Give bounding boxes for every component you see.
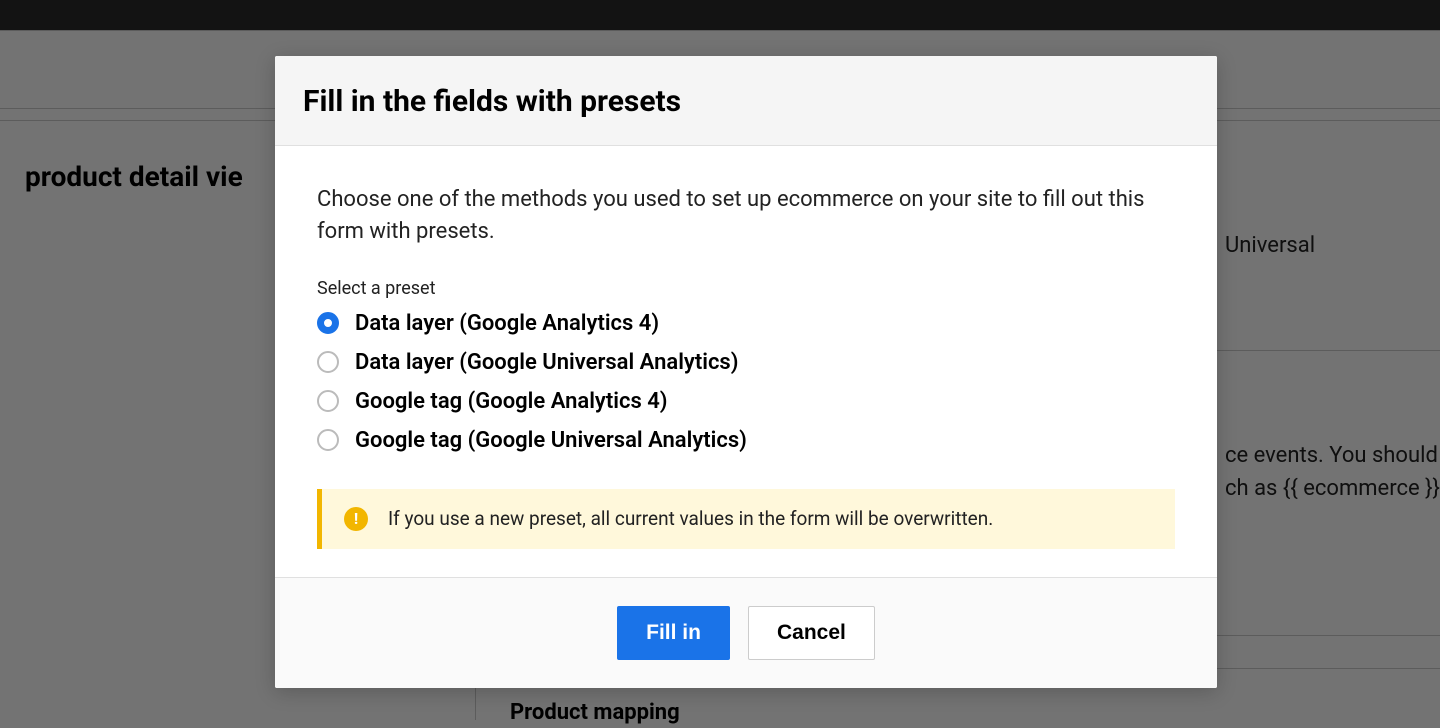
modal-overlay[interactable]: Fill in the fields with presets Choose o… <box>0 0 1440 728</box>
modal-body: Choose one of the methods you used to se… <box>275 146 1217 577</box>
radio-icon <box>317 351 339 373</box>
radio-icon <box>317 312 339 334</box>
warning-icon: ! <box>344 507 368 531</box>
preset-option-label: Data layer (Google Analytics 4) <box>355 311 659 336</box>
preset-option-ua-gtag[interactable]: Google tag (Google Universal Analytics) <box>317 428 1175 453</box>
preset-option-ga4-gtag[interactable]: Google tag (Google Analytics 4) <box>317 389 1175 414</box>
preset-option-label: Google tag (Google Universal Analytics) <box>355 428 747 453</box>
modal-title: Fill in the fields with presets <box>303 84 1175 119</box>
warning-banner: ! If you use a new preset, all current v… <box>317 489 1175 549</box>
fill-in-button[interactable]: Fill in <box>617 606 730 660</box>
modal-footer: Fill in Cancel <box>275 577 1217 688</box>
modal-description: Choose one of the methods you used to se… <box>317 184 1175 248</box>
preset-group-label: Select a preset <box>317 278 1175 299</box>
warning-text: If you use a new preset, all current val… <box>388 507 993 530</box>
modal-header: Fill in the fields with presets <box>275 56 1217 146</box>
preset-radio-group: Data layer (Google Analytics 4) Data lay… <box>317 311 1175 453</box>
preset-option-label: Google tag (Google Analytics 4) <box>355 389 668 414</box>
radio-icon <box>317 429 339 451</box>
radio-icon <box>317 390 339 412</box>
preset-option-ga4-datalayer[interactable]: Data layer (Google Analytics 4) <box>317 311 1175 336</box>
preset-option-ua-datalayer[interactable]: Data layer (Google Universal Analytics) <box>317 350 1175 375</box>
preset-option-label: Data layer (Google Universal Analytics) <box>355 350 738 375</box>
cancel-button[interactable]: Cancel <box>748 606 875 660</box>
preset-modal: Fill in the fields with presets Choose o… <box>275 56 1217 688</box>
